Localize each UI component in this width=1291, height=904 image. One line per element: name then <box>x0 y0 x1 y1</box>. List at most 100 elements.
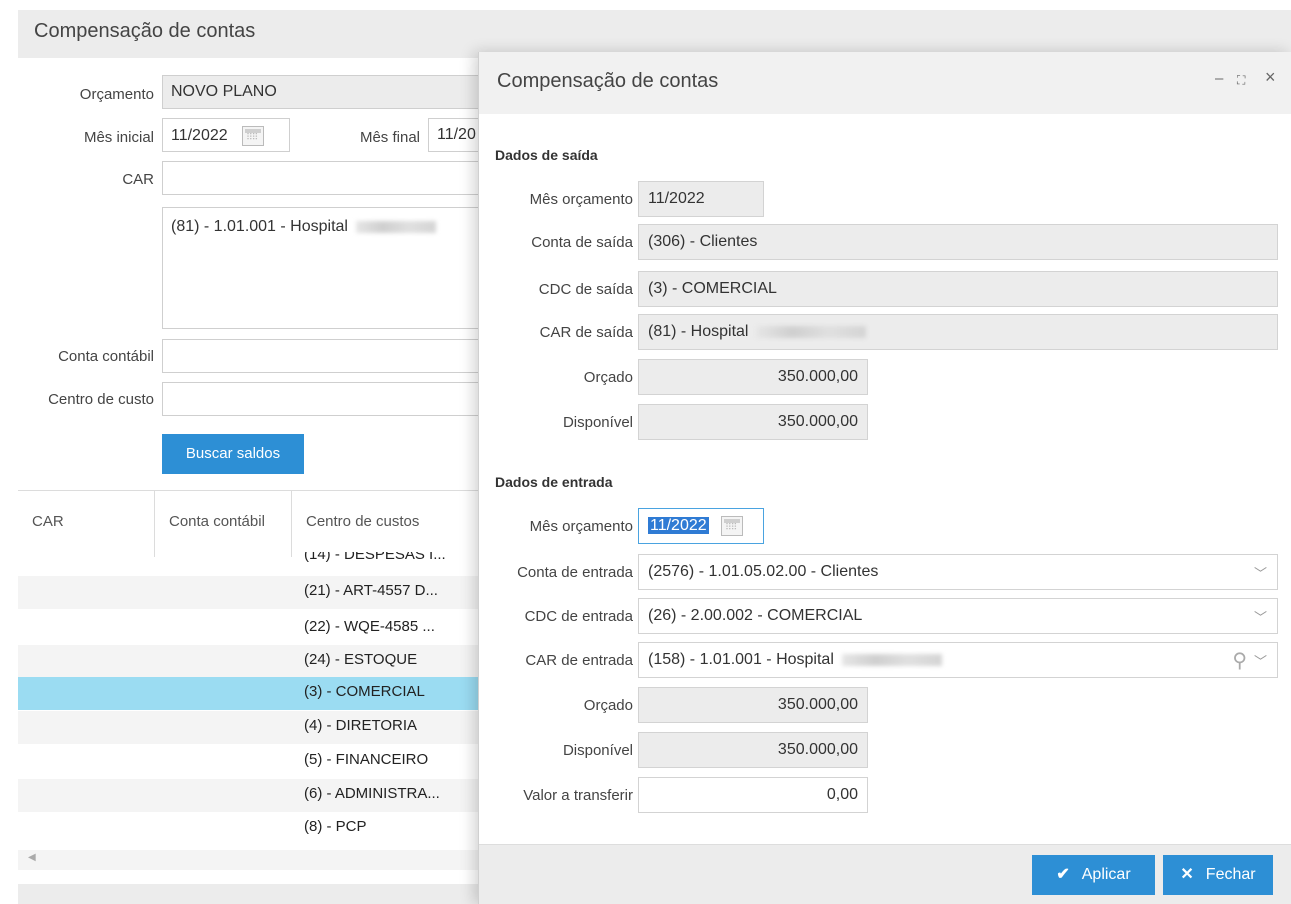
calendar-icon[interactable] <box>242 126 265 146</box>
conta-contabil-input[interactable] <box>162 339 482 373</box>
column-header-conta-contabil[interactable]: Conta contábil <box>155 491 292 557</box>
cdc-entrada-label: CDC de entrada <box>524 608 633 625</box>
mes-orcamento-saida-value: 11/2022 <box>648 190 705 207</box>
close-icon[interactable]: × <box>1265 67 1276 88</box>
table-cell: (6) - ADMINISTRA... <box>304 785 440 802</box>
car-saida-field: (81) - Hospital <box>638 314 1278 350</box>
table-row[interactable]: (21) - ART-4557 D... <box>18 576 488 609</box>
table-row[interactable]: (14) - DESPESAS I... <box>18 552 488 576</box>
maximize-icon[interactable]: ⛶ <box>1237 73 1245 88</box>
redacted-text <box>841 653 942 666</box>
car-saida-label: CAR de saída <box>539 324 633 341</box>
aplicar-label: Aplicar <box>1081 866 1131 883</box>
mes-inicial-value: 11/2022 <box>171 127 228 145</box>
disponivel-saida-field: 350.000,00 <box>638 404 868 440</box>
centro-custo-label: Centro de custo <box>48 391 154 408</box>
conta-saida-label: Conta de saída <box>531 234 633 251</box>
car-list-item[interactable]: (81) - 1.01.001 - Hospital <box>171 218 348 235</box>
background-header: Compensação de contas <box>18 10 1291 58</box>
check-icon: ✔ <box>1056 866 1070 883</box>
valor-transferir-value: 0,00 <box>826 786 858 803</box>
fechar-button[interactable]: ✕ Fechar <box>1163 855 1273 895</box>
disponivel-entrada-field: 350.000,00 <box>638 732 868 768</box>
orcado-saida-value: 350.000,00 <box>777 368 858 385</box>
aplicar-button[interactable]: ✔ Aplicar <box>1032 855 1155 895</box>
table-cell: (3) - COMERCIAL <box>304 683 425 700</box>
table-row-selected[interactable]: (3) - COMERCIAL <box>18 677 488 710</box>
mes-orcamento-entrada-value: 11/2022 <box>648 517 709 535</box>
car-entrada-value: (158) - 1.01.001 - Hospital <box>648 651 834 668</box>
table-cell: (4) - DIRETORIA <box>304 717 418 734</box>
mes-final-value: 11/20 <box>437 126 476 143</box>
table-row[interactable]: (4) - DIRETORIA <box>18 711 488 744</box>
buscar-saldos-button[interactable]: Buscar saldos <box>162 434 304 474</box>
mes-orcamento-saida-label: Mês orçamento <box>529 191 633 208</box>
table-row[interactable]: (8) - PCP <box>18 812 488 845</box>
car-entrada-label: CAR de entrada <box>525 652 633 669</box>
cdc-entrada-select[interactable]: (26) - 2.00.002 - COMERCIAL ﹀ <box>638 598 1278 634</box>
car-entrada-select[interactable]: (158) - 1.01.001 - Hospital ⚲ ﹀ <box>638 642 1278 678</box>
car-input[interactable] <box>162 161 482 195</box>
mes-final-label: Mês final <box>359 129 420 146</box>
disponivel-saida-value: 350.000,00 <box>777 413 858 430</box>
mes-orcamento-saida-field: 11/2022 <box>638 181 764 217</box>
table-row[interactable]: (22) - WQE-4585 ... <box>18 612 488 645</box>
car-label: CAR <box>122 171 154 188</box>
orcado-entrada-value: 350.000,00 <box>777 696 858 713</box>
table-cell: (24) - ESTOQUE <box>304 651 418 668</box>
column-header-centro-custos[interactable]: Centro de custos <box>292 491 488 557</box>
table-row[interactable]: (6) - ADMINISTRA... <box>18 779 488 812</box>
mes-inicial-label: Mês inicial <box>83 129 154 146</box>
grid-header: CAR Conta contábil Centro de custos <box>18 490 488 557</box>
column-header-car[interactable]: CAR <box>18 491 155 557</box>
calendar-icon[interactable] <box>721 516 744 536</box>
chevron-down-icon[interactable]: ﹀ <box>1254 651 1267 670</box>
chevron-down-icon[interactable]: ﹀ <box>1254 607 1267 626</box>
horizontal-scrollbar[interactable]: ◀ <box>18 850 488 870</box>
conta-saida-value: (306) - Clientes <box>648 233 758 250</box>
disponivel-entrada-label: Disponível <box>562 742 633 759</box>
redacted-text <box>756 325 867 338</box>
chevron-down-icon[interactable]: ﹀ <box>1254 563 1267 582</box>
scroll-left-icon[interactable]: ◀ <box>28 852 36 863</box>
minimize-icon[interactable]: – <box>1215 70 1223 87</box>
dialog-title: Compensação de contas <box>497 70 719 92</box>
search-icon[interactable]: ⚲ <box>1232 648 1247 673</box>
conta-saida-field: (306) - Clientes <box>638 224 1278 260</box>
orcamento-field[interactable]: NOVO PLANO <box>162 75 482 109</box>
table-cell: (5) - FINANCEIRO <box>304 751 429 768</box>
table-cell: (8) - PCP <box>304 818 367 835</box>
car-list[interactable]: (81) - 1.01.001 - Hospital <box>162 207 482 329</box>
valor-transferir-label: Valor a transferir <box>523 787 633 804</box>
conta-entrada-select[interactable]: (2576) - 1.01.05.02.00 - Clientes ﹀ <box>638 554 1278 590</box>
cdc-saida-label: CDC de saída <box>538 281 633 298</box>
table-row[interactable]: (24) - ESTOQUE <box>18 645 488 678</box>
close-icon: ✕ <box>1180 866 1194 883</box>
orcamento-label: Orçamento <box>79 86 154 103</box>
redacted-text <box>355 220 436 233</box>
disponivel-entrada-value: 350.000,00 <box>777 741 858 758</box>
table-row[interactable]: (5) - FINANCEIRO <box>18 745 488 778</box>
dialog-header: Compensação de contas – ⛶ × <box>479 52 1291 114</box>
background-title: Compensação de contas <box>34 20 256 42</box>
orcado-saida-field: 350.000,00 <box>638 359 868 395</box>
table-cell: (21) - ART-4557 D... <box>304 582 438 599</box>
valor-transferir-input[interactable]: 0,00 <box>638 777 868 813</box>
dialog-footer: ✔ Aplicar ✕ Fechar <box>479 844 1291 904</box>
disponivel-saida-label: Disponível <box>562 414 633 431</box>
mes-inicial-field[interactable]: 11/2022 <box>162 118 290 152</box>
orcado-entrada-label: Orçado <box>583 697 633 714</box>
cdc-entrada-value: (26) - 2.00.002 - COMERCIAL <box>648 607 863 624</box>
centro-custo-input[interactable] <box>162 382 482 416</box>
mes-orcamento-entrada-field[interactable]: 11/2022 <box>638 508 764 544</box>
fechar-label: Fechar <box>1205 866 1256 883</box>
conta-contabil-label: Conta contábil <box>58 348 154 365</box>
section-title-saida: Dados de saída <box>495 147 598 163</box>
section-title-entrada: Dados de entrada <box>495 474 613 490</box>
orcamento-value: NOVO PLANO <box>171 83 277 100</box>
table-cell: (14) - DESPESAS I... <box>304 552 446 563</box>
table-cell: (22) - WQE-4585 ... <box>304 618 435 635</box>
cdc-saida-field: (3) - COMERCIAL <box>638 271 1278 307</box>
conta-entrada-value: (2576) - 1.01.05.02.00 - Clientes <box>648 563 879 580</box>
conta-entrada-label: Conta de entrada <box>517 564 633 581</box>
